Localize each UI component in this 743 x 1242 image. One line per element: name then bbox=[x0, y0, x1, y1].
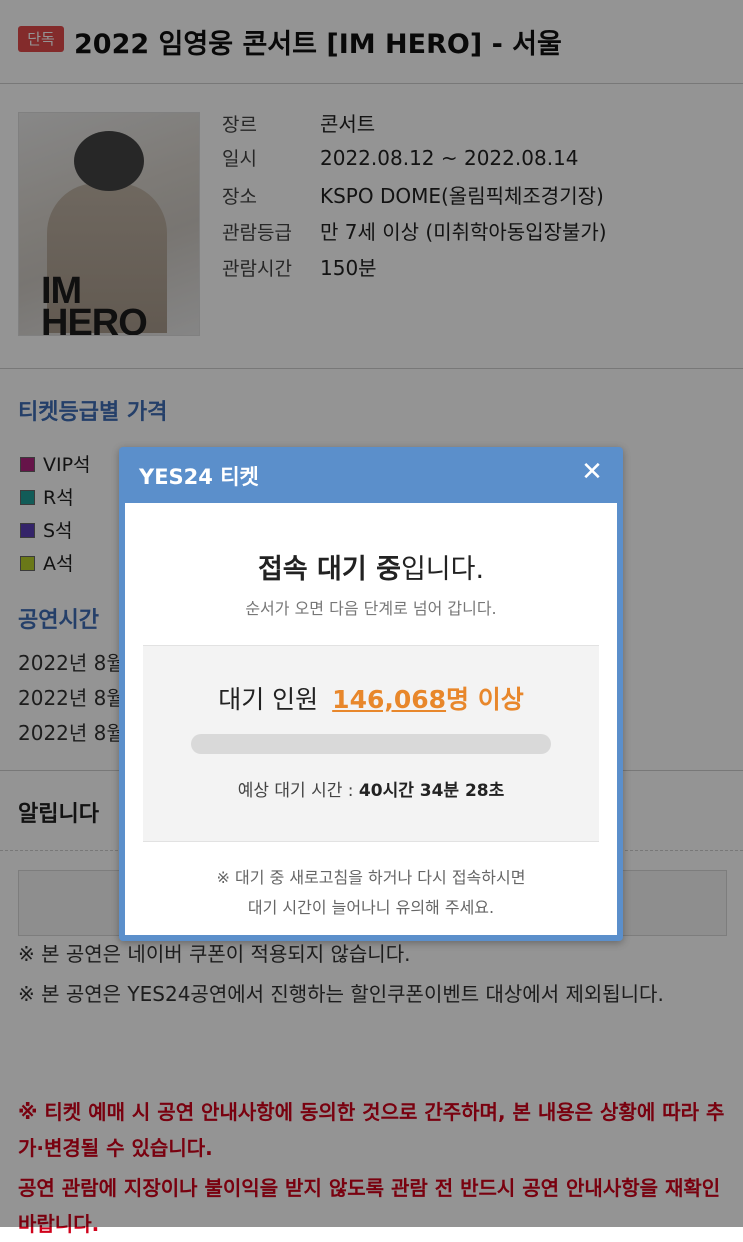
queue-progress-bar bbox=[191, 734, 551, 754]
queue-status-box: 대기 인원 146,068명 이상 예상 대기 시간 : 40시간 34분 28초 bbox=[143, 645, 599, 842]
queue-modal: YES24 티켓 ✕ 접속 대기 중입니다. 순서가 오면 다음 단계로 넘어 … bbox=[119, 447, 623, 941]
modal-body: 접속 대기 중입니다. 순서가 오면 다음 단계로 넘어 갑니다. 대기 인원 1… bbox=[125, 503, 617, 935]
modal-title: YES24 티켓 bbox=[139, 465, 259, 489]
queue-subtitle: 순서가 오면 다음 단계로 넘어 갑니다. bbox=[245, 599, 497, 618]
close-icon[interactable]: ✕ bbox=[577, 457, 607, 487]
queue-count: 대기 인원 146,068명 이상 bbox=[218, 685, 524, 714]
queue-note: ※ 대기 중 새로고침을 하거나 다시 접속하시면 대기 시간이 늘어나니 유의… bbox=[216, 868, 526, 917]
estimated-wait: 예상 대기 시간 : 40시간 34분 28초 bbox=[237, 781, 505, 801]
queue-heading: 접속 대기 중입니다. bbox=[257, 554, 485, 585]
